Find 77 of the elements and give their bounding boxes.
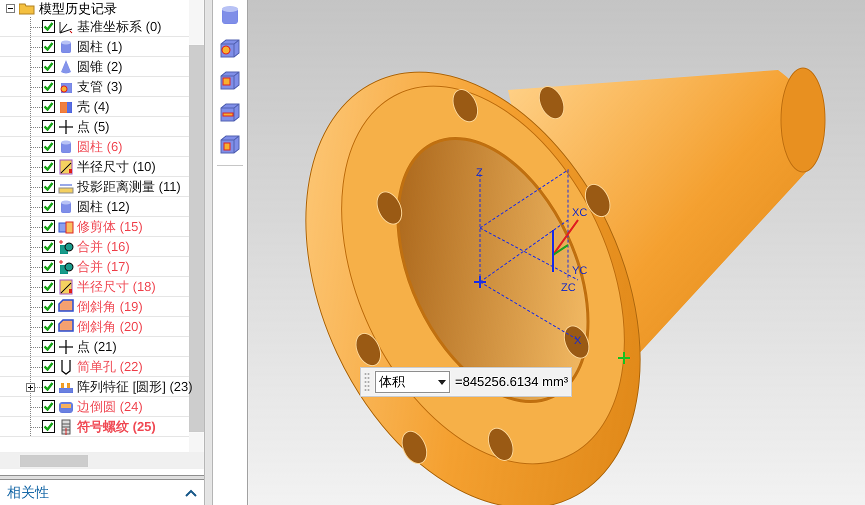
caret-icon bbox=[438, 380, 446, 384]
cylinder-icon bbox=[58, 38, 74, 54]
checkbox-checked-icon[interactable] bbox=[42, 360, 55, 373]
axis-label: YC bbox=[572, 265, 588, 277]
quantity-dropdown[interactable]: 体积 bbox=[375, 371, 450, 393]
feature-label[interactable]: 半径尺寸 (10) bbox=[77, 156, 156, 176]
feature-label[interactable]: 点 (5) bbox=[77, 116, 110, 136]
checkbox-checked-icon[interactable] bbox=[42, 340, 55, 353]
chamfer-icon bbox=[58, 298, 74, 314]
cylinder-icon bbox=[58, 198, 74, 214]
measure-value: =845256.6134 mm³ bbox=[455, 373, 568, 392]
expand-toggle[interactable] bbox=[26, 383, 35, 392]
unite-icon bbox=[58, 258, 74, 274]
feature-label[interactable]: 壳 (4) bbox=[77, 96, 110, 116]
cylinder-icon bbox=[58, 138, 74, 154]
block-icon[interactable] bbox=[219, 101, 241, 123]
axis-label: XC bbox=[572, 207, 588, 219]
feature-label[interactable]: 投影距离测量 (11) bbox=[77, 176, 181, 196]
checkbox-checked-icon[interactable] bbox=[42, 120, 55, 133]
feature-label[interactable]: 圆柱 (6) bbox=[77, 136, 122, 156]
panel-title[interactable]: 相关性 bbox=[7, 482, 49, 503]
horizontal-scrollbar[interactable] bbox=[0, 452, 204, 469]
feature-label[interactable]: 半径尺寸 (18) bbox=[77, 276, 156, 296]
feature-label[interactable]: 倒斜角 (20) bbox=[77, 316, 143, 336]
radius-dimension-icon bbox=[58, 278, 74, 294]
feature-label[interactable]: 边倒圆 (24) bbox=[77, 396, 143, 416]
feature-label[interactable]: 合并 (16) bbox=[77, 236, 130, 256]
block-icon[interactable] bbox=[219, 37, 241, 59]
checkbox-checked-icon[interactable] bbox=[42, 80, 55, 93]
checkbox-checked-icon[interactable] bbox=[42, 280, 55, 293]
feature-label[interactable]: 点 (21) bbox=[77, 336, 117, 356]
checkbox-checked-icon[interactable] bbox=[42, 100, 55, 113]
folder-icon bbox=[19, 2, 35, 15]
axis-label: X bbox=[574, 335, 582, 347]
feature-label[interactable]: 倒斜角 (19) bbox=[77, 296, 143, 316]
checkbox-checked-icon[interactable] bbox=[42, 420, 55, 433]
checkbox-checked-icon[interactable] bbox=[42, 400, 55, 413]
drag-handle-icon[interactable] bbox=[364, 372, 370, 392]
feature-label[interactable]: 阵列特征 [圆形] (23) bbox=[77, 376, 193, 396]
feature-label[interactable]: 圆柱 (12) bbox=[77, 196, 130, 216]
checkbox-checked-icon[interactable] bbox=[42, 60, 55, 73]
unite-icon bbox=[58, 238, 74, 254]
checkbox-checked-icon[interactable] bbox=[42, 240, 55, 253]
axis-label: ZC bbox=[561, 282, 576, 294]
feature-label[interactable]: 基准坐标系 (0) bbox=[77, 16, 162, 36]
feature-label[interactable]: 合并 (17) bbox=[77, 256, 130, 276]
feature-label[interactable]: 圆柱 (1) bbox=[77, 36, 122, 56]
checkbox-checked-icon[interactable] bbox=[42, 320, 55, 333]
checkbox-checked-icon[interactable] bbox=[42, 300, 55, 313]
checkbox-checked-icon[interactable] bbox=[42, 160, 55, 173]
tree-root-label[interactable]: 模型历史记录 bbox=[39, 0, 117, 18]
cone-icon bbox=[58, 58, 74, 74]
checkbox-checked-icon[interactable] bbox=[42, 200, 55, 213]
feature-label[interactable]: 修剪体 (15) bbox=[77, 216, 143, 236]
flange-model-drawing[interactable] bbox=[305, 68, 826, 505]
point-cross-icon bbox=[58, 118, 74, 134]
checkbox-checked-icon[interactable] bbox=[42, 380, 55, 393]
feature-label[interactable]: 圆锥 (2) bbox=[77, 56, 122, 76]
block-icon[interactable] bbox=[219, 133, 241, 155]
cylinder-icon[interactable] bbox=[219, 5, 241, 27]
feature-label[interactable]: 支管 (3) bbox=[77, 76, 122, 96]
point-cross-icon bbox=[58, 338, 74, 354]
checkbox-checked-icon[interactable] bbox=[42, 40, 55, 53]
block-icon[interactable] bbox=[219, 69, 241, 91]
checkbox-checked-icon[interactable] bbox=[42, 20, 55, 33]
checkbox-checked-icon[interactable] bbox=[42, 260, 55, 273]
feature-label[interactable]: 简单孔 (22) bbox=[77, 356, 143, 376]
checkbox-checked-icon[interactable] bbox=[42, 140, 55, 153]
axis-label: Z bbox=[476, 167, 483, 179]
checkbox-checked-icon[interactable] bbox=[42, 180, 55, 193]
chevron-up-icon[interactable] bbox=[185, 488, 197, 496]
chamfer-icon bbox=[58, 318, 74, 334]
collapse-toggle[interactable] bbox=[6, 4, 15, 13]
checkbox-checked-icon[interactable] bbox=[42, 220, 55, 233]
feature-label[interactable]: 符号螺纹 (25) bbox=[77, 416, 156, 436]
trim-body-icon bbox=[58, 218, 74, 234]
radius-dimension-icon bbox=[58, 158, 74, 174]
